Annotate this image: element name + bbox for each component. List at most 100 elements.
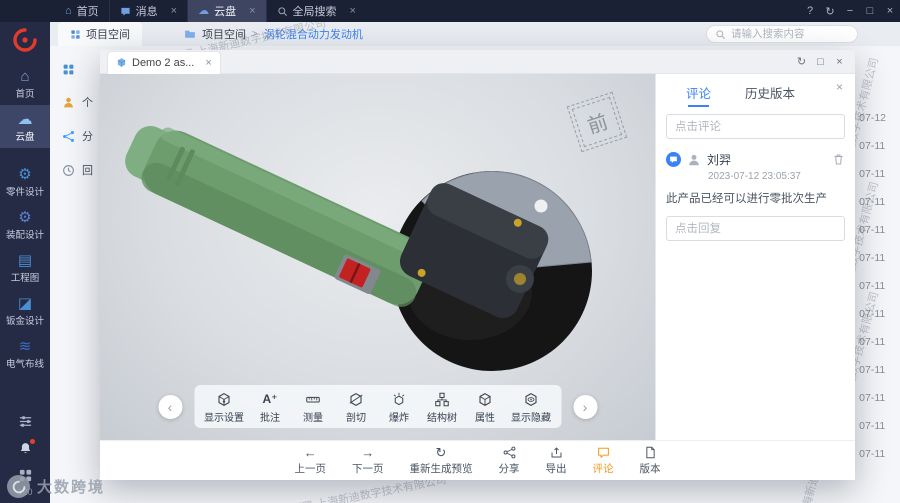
section-cut-icon: [349, 391, 364, 407]
tool-label: 显示隐藏: [511, 413, 551, 424]
reply-input[interactable]: [666, 216, 845, 241]
viewer-doc-tab[interactable]: Demo 2 as... ×: [107, 50, 221, 74]
viewer-modal-header: Demo 2 as... × ↻ □ ×: [100, 50, 855, 74]
sidebar-item-cloud-disk[interactable]: ☁ 云盘: [0, 105, 50, 148]
tab-messages[interactable]: 消息 ×: [108, 0, 187, 22]
minimize-button[interactable]: −: [840, 5, 860, 17]
structure-tree-icon: [435, 391, 450, 407]
tool-section-cut[interactable]: 剖切: [339, 391, 373, 424]
search-icon: [277, 6, 288, 17]
close-button[interactable]: ×: [830, 56, 849, 68]
recycle-icon: [63, 164, 74, 176]
comment-timestamp: 2023-07-12 23:05:37: [708, 171, 801, 182]
workspace-tab-label: 项目空间: [86, 29, 130, 41]
close-icon[interactable]: ×: [350, 5, 356, 17]
panel-close-icon[interactable]: ×: [836, 80, 843, 94]
sidebar-item-assembly-design[interactable]: ⚙ 装配设计: [0, 203, 50, 246]
comment-button[interactable]: 评论: [593, 445, 614, 476]
delete-comment-icon[interactable]: [832, 153, 845, 166]
file-date: 07-11: [859, 392, 886, 404]
maximize-button[interactable]: □: [860, 5, 880, 17]
tab-cloud-disk[interactable]: ☁ 云盘 ×: [187, 0, 266, 22]
cad-file-icon: [117, 58, 126, 67]
action-label: 版本: [639, 463, 661, 475]
export-icon: [550, 445, 563, 460]
comment-input[interactable]: [666, 114, 845, 139]
regenerate-icon: ↻: [435, 445, 447, 460]
tool-measure[interactable]: 测量: [296, 391, 330, 424]
workspace-search[interactable]: [706, 25, 858, 43]
workspace-tab-project-space[interactable]: 项目空间: [58, 22, 142, 46]
prev-page-icon: ←: [303, 445, 317, 460]
app-window: ⌂ 首页 消息 × ☁ 云盘 × 全局搜索 × ? ↻ − □ × ⌂ 首页 ☁…: [0, 0, 900, 503]
tab-history-versions[interactable]: 历史版本: [745, 83, 795, 107]
app-logo-icon[interactable]: [12, 27, 38, 58]
sidebar-item-label: 钣金设计: [5, 316, 44, 327]
toolbar-prev-button[interactable]: ‹: [158, 394, 182, 419]
next-page-button[interactable]: → 下一页: [352, 445, 384, 476]
tool-label: 测量: [303, 413, 323, 424]
cloud-icon: ☁: [17, 110, 33, 128]
action-label: 导出: [545, 463, 567, 475]
version-button[interactable]: 版本: [640, 445, 661, 476]
share-button[interactable]: 分享: [499, 445, 520, 476]
cloud-icon: ☁: [198, 4, 210, 17]
tool-explode[interactable]: 爆炸: [382, 391, 416, 424]
sidebar-item-part-design[interactable]: ⚙ 零件设计: [0, 160, 50, 203]
close-icon[interactable]: ×: [249, 5, 255, 17]
measure-icon: [306, 391, 321, 407]
annotate-icon: A⁺: [262, 392, 278, 406]
search-input[interactable]: [731, 28, 846, 40]
explode-icon: [392, 391, 407, 407]
regenerate-preview-button[interactable]: ↻ 重新生成预览: [410, 445, 473, 476]
refresh-button[interactable]: ↻: [792, 55, 811, 68]
window-controls: ? ↻ − □ ×: [800, 0, 900, 22]
viewer-modal-controls: ↻ □ ×: [792, 55, 849, 69]
assembly-design-icon: ⚙: [18, 208, 32, 226]
tab-label: 云盘: [214, 6, 237, 18]
tool-label: 结构树: [427, 413, 457, 424]
file-date: 07-11: [859, 364, 886, 376]
notification-dot: [29, 439, 35, 444]
home-icon: ⌂: [20, 67, 30, 85]
tool-structure-tree[interactable]: 结构树: [425, 391, 459, 424]
tool-display-settings[interactable]: 显示设置: [204, 391, 244, 424]
close-button[interactable]: ×: [880, 5, 900, 17]
tool-annotate[interactable]: A⁺ 批注: [253, 391, 287, 424]
brand-watermark: 大数跨境: [7, 475, 105, 498]
3d-viewport[interactable]: 前 ‹ 显示设置 A⁺ 批注 测量 剖切 爆炸 结构树 属性 显示隐藏 ›: [100, 74, 655, 440]
export-button[interactable]: 导出: [546, 445, 567, 476]
sidebar-item-label: 零件设计: [5, 187, 44, 198]
maximize-button[interactable]: □: [811, 56, 830, 68]
sidebar-item-home[interactable]: ⌂ 首页: [0, 62, 50, 105]
file-date: 07-11: [859, 448, 886, 460]
tab-global-search[interactable]: 全局搜索 ×: [265, 0, 366, 22]
prev-page-button[interactable]: ← 上一页: [295, 445, 327, 476]
wiring-icon: ≋: [18, 337, 32, 355]
tool-label: 显示设置: [204, 413, 244, 424]
viewer-toolbar: ‹ 显示设置 A⁺ 批注 测量 剖切 爆炸 结构树 属性 显示隐藏 ›: [158, 385, 597, 428]
tool-label: 爆炸: [389, 413, 409, 424]
help-button[interactable]: ?: [800, 5, 820, 17]
tool-label: 剖切: [346, 413, 366, 424]
toolbar-next-button[interactable]: ›: [573, 394, 597, 419]
comment-type-badge: [666, 152, 681, 167]
comment-item: 刘羿 2023-07-12 23:05:37 此产品已经可以进行零批次生产: [666, 151, 845, 206]
tab-comments[interactable]: 评论: [686, 83, 711, 107]
sidebar-item-sheet-metal[interactable]: ◪ 钣金设计: [0, 289, 50, 332]
search-icon: [716, 29, 725, 39]
engineering-drawing-icon: ▤: [17, 251, 33, 269]
close-icon[interactable]: ×: [171, 5, 177, 17]
sliders-icon[interactable]: [18, 414, 33, 429]
user-icon: [64, 97, 73, 107]
refresh-button[interactable]: ↻: [820, 5, 840, 18]
tool-properties[interactable]: 属性: [468, 391, 502, 424]
tab-home[interactable]: ⌂ 首页: [55, 0, 109, 22]
close-icon[interactable]: ×: [205, 57, 211, 69]
display-settings-icon: [217, 391, 232, 407]
comment-icon: [597, 445, 610, 460]
sidebar-item-wiring[interactable]: ≋ 电气布线: [0, 332, 50, 375]
sidebar-item-engineering-drawing[interactable]: ▤ 工程图: [0, 246, 50, 289]
notification-bell-icon[interactable]: [18, 439, 35, 456]
tool-show-hide[interactable]: 显示隐藏: [511, 391, 551, 424]
